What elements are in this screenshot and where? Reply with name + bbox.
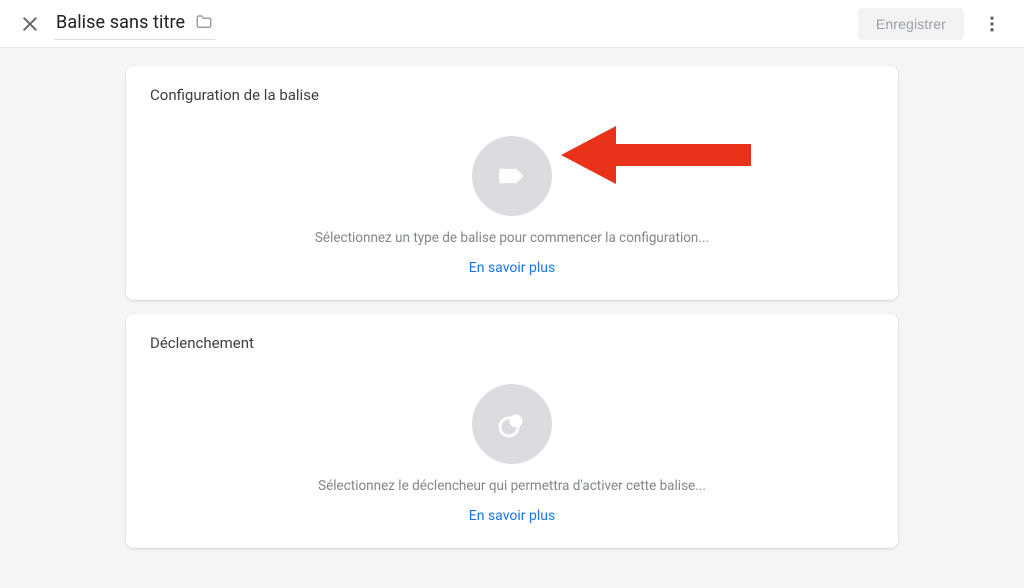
tag-placeholder-circle: [472, 136, 552, 216]
trigger-icon: [494, 406, 530, 442]
triggering-empty: Sélectionnez le déclencheur qui permettr…: [150, 380, 874, 524]
dialog-header: Balise sans titre Enregistrer: [0, 0, 1024, 48]
tag-configuration-card[interactable]: Configuration de la balise Sélectionnez …: [126, 66, 898, 300]
triggering-desc: Sélectionnez le déclencheur qui permettr…: [318, 478, 706, 494]
learn-more-link[interactable]: En savoir plus: [469, 260, 555, 276]
card-title: Déclenchement: [150, 334, 874, 352]
tag-configuration-empty: Sélectionnez un type de balise pour comm…: [150, 132, 874, 276]
trigger-placeholder-circle: [472, 384, 552, 464]
card-title: Configuration de la balise: [150, 86, 874, 104]
title-input[interactable]: Balise sans titre: [54, 8, 215, 40]
folder-icon: [195, 13, 213, 31]
learn-more-link[interactable]: En savoir plus: [469, 508, 555, 524]
more-vert-icon: [982, 14, 1002, 34]
tag-icon: [495, 159, 529, 193]
page-body: Configuration de la balise Sélectionnez …: [0, 48, 1024, 588]
tag-title: Balise sans titre: [56, 12, 185, 33]
save-button[interactable]: Enregistrer: [858, 8, 964, 40]
close-icon: [20, 14, 40, 34]
tag-configuration-desc: Sélectionnez un type de balise pour comm…: [315, 230, 709, 246]
triggering-card[interactable]: Déclenchement Sélectionnez le déclencheu…: [126, 314, 898, 548]
close-button[interactable]: [12, 6, 48, 42]
more-menu-button[interactable]: [972, 4, 1012, 44]
